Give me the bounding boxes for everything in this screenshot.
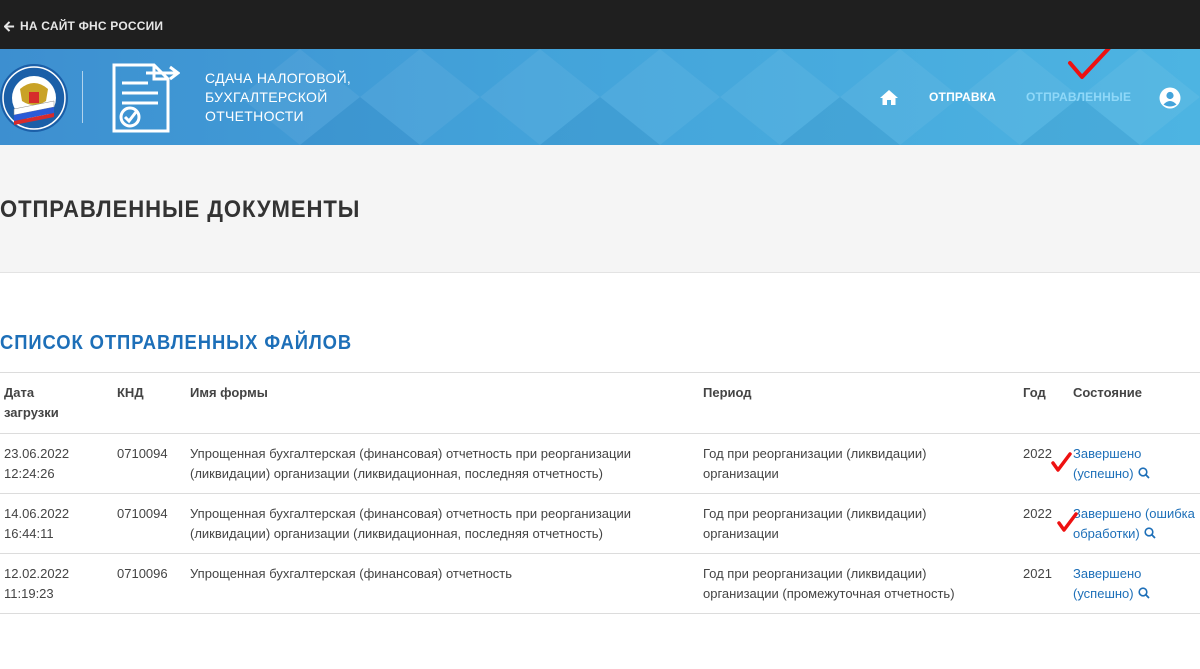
- header-title-line: СДАЧА НАЛОГОВОЙ,: [205, 70, 352, 86]
- form-name-cell: Упрощенная бухгалтерская (финансовая) от…: [190, 504, 690, 544]
- upload-date: 14.06.2022: [4, 506, 70, 521]
- table-row: 12.02.2022 11:19:23 0710096 Упрощенная б…: [0, 553, 1200, 614]
- magnifier-icon[interactable]: [1138, 467, 1150, 479]
- period-cell: Год при реорганизации (ликвидации) орган…: [703, 564, 1003, 604]
- back-link-label: НА САЙТ ФНС РОССИИ: [20, 19, 164, 33]
- page-title: ОТПРАВЛЕННЫЕ ДОКУМЕНТЫ: [0, 196, 361, 223]
- upload-time: 11:19:23: [4, 586, 54, 601]
- upload-time: 12:24:26: [4, 466, 55, 481]
- col-header-form: Имя формы: [190, 385, 268, 400]
- fns-emblem-icon: [0, 64, 68, 132]
- period-cell: Год при реорганизации (ликвидации) орган…: [703, 504, 1003, 544]
- arrow-left-icon: [4, 20, 15, 32]
- period-line: Год при реорганизации (ликвидации): [703, 446, 927, 461]
- period-line: организации (промежуточная отчетность): [703, 586, 955, 601]
- form-name-line: Упрощенная бухгалтерская (финансовая) от…: [190, 446, 631, 461]
- col-header-status: Состояние: [1073, 385, 1143, 400]
- form-name-cell: Упрощенная бухгалтерская (финансовая) от…: [190, 444, 690, 484]
- year-cell: 2021: [1023, 566, 1052, 581]
- back-to-fns-link[interactable]: НА САЙТ ФНС РОССИИ: [4, 19, 163, 33]
- form-name-line: (ликвидации) организации (ликвидационная…: [190, 466, 603, 481]
- upload-date: 12.02.2022: [4, 566, 70, 581]
- form-name-line: Упрощенная бухгалтерская (финансовая) от…: [190, 566, 513, 581]
- table-bottom-border: [0, 613, 1200, 614]
- period-line: Год при реорганизации (ликвидации): [703, 506, 927, 521]
- upload-date-cell: 12.02.2022 11:19:23: [4, 564, 104, 604]
- table-header-row: Дата загрузки КНД Имя формы Период Год С…: [0, 372, 1200, 433]
- status-link[interactable]: Завершено (ошибка обработки): [1073, 504, 1200, 544]
- status-line: Завершено: [1073, 446, 1142, 461]
- year-cell: 2022: [1023, 446, 1052, 461]
- period-line: организации: [703, 526, 779, 541]
- col-header-date-line: Дата: [4, 385, 35, 400]
- knd-cell: 0710094: [117, 506, 168, 521]
- magnifier-icon[interactable]: [1138, 587, 1150, 599]
- tax-report-icon: [112, 63, 180, 133]
- nav-send[interactable]: ОТПРАВКА: [929, 90, 996, 104]
- form-name-line: Упрощенная бухгалтерская (финансовая) от…: [190, 506, 631, 521]
- table-row: 14.06.2022 16:44:11 0710094 Упрощенная б…: [0, 493, 1200, 554]
- upload-time: 16:44:11: [4, 526, 54, 541]
- col-header-year: Год: [1023, 385, 1046, 400]
- site-header: СДАЧА НАЛОГОВОЙ, БУХГАЛТЕРСКОЙ ОТЧЕТНОСТ…: [0, 49, 1200, 145]
- header-title: СДАЧА НАЛОГОВОЙ, БУХГАЛТЕРСКОЙ ОТЧЕТНОСТ…: [205, 69, 405, 126]
- col-header-date: Дата загрузки: [4, 383, 104, 423]
- table-row: 23.06.2022 12:24:26 0710094 Упрощенная б…: [0, 433, 1200, 494]
- upload-date-cell: 23.06.2022 12:24:26: [4, 444, 104, 484]
- period-line: организации: [703, 466, 779, 481]
- period-cell: Год при реорганизации (ликвидации) орган…: [703, 444, 1003, 484]
- col-header-date-line: загрузки: [4, 405, 59, 420]
- home-icon[interactable]: [879, 89, 899, 106]
- user-icon[interactable]: [1159, 87, 1181, 109]
- form-name-cell: Упрощенная бухгалтерская (финансовая) от…: [190, 564, 690, 584]
- page-title-band: ОТПРАВЛЕННЫЕ ДОКУМЕНТЫ: [0, 145, 1200, 273]
- upload-date: 23.06.2022: [4, 446, 70, 461]
- top-bar: НА САЙТ ФНС РОССИИ: [0, 0, 1200, 49]
- status-link[interactable]: Завершено (успешно): [1073, 444, 1200, 484]
- section-title: СПИСОК ОТПРАВЛЕННЫХ ФАЙЛОВ: [0, 332, 353, 354]
- status-line: Завершено: [1073, 566, 1142, 581]
- header-title-line: ОТЧЕТНОСТИ: [205, 108, 304, 124]
- status-link[interactable]: Завершено (успешно): [1073, 564, 1200, 604]
- period-line: Год при реорганизации (ликвидации): [703, 566, 927, 581]
- knd-cell: 0710094: [117, 446, 168, 461]
- col-header-period: Период: [703, 385, 752, 400]
- header-pattern: [240, 49, 1200, 145]
- status-line: (успешно): [1073, 466, 1134, 481]
- nav-sent[interactable]: ОТПРАВЛЕННЫЕ: [1026, 90, 1131, 104]
- col-header-knd: КНД: [117, 385, 144, 400]
- status-line: обработки): [1073, 526, 1140, 541]
- header-title-line: БУХГАЛТЕРСКОЙ: [205, 89, 328, 105]
- status-line: Завершено (ошибка: [1073, 506, 1195, 521]
- header-divider: [82, 71, 83, 123]
- upload-date-cell: 14.06.2022 16:44:11: [4, 504, 104, 544]
- status-line: (успешно): [1073, 586, 1134, 601]
- year-cell: 2022: [1023, 506, 1052, 521]
- magnifier-icon[interactable]: [1144, 527, 1156, 539]
- knd-cell: 0710096: [117, 566, 168, 581]
- form-name-line: (ликвидации) организации (ликвидационная…: [190, 526, 603, 541]
